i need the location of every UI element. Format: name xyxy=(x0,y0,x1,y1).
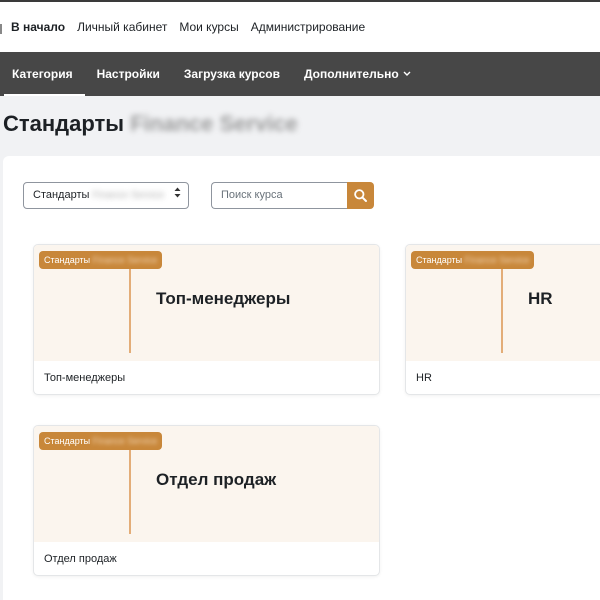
tab-more-label: Дополнительно xyxy=(303,67,399,81)
course-card[interactable]: Стандарты Finance Service HR HR xyxy=(405,244,600,395)
course-card[interactable]: Стандарты Finance Service Топ-менеджеры … xyxy=(33,244,380,395)
page-title: Стандарты Finance Service xyxy=(3,111,298,137)
category-select[interactable]: Стандарты Finance Service xyxy=(23,182,189,209)
tab-category[interactable]: Категория xyxy=(0,52,85,96)
course-image-title: Отдел продаж xyxy=(156,470,277,489)
nav-home-link[interactable]: В начало xyxy=(11,20,65,34)
course-card-decor-line xyxy=(501,267,503,353)
nav-my-courses-link[interactable]: Мои курсы xyxy=(179,20,238,34)
course-name-link[interactable]: Отдел продаж xyxy=(44,553,117,565)
course-name-link[interactable]: HR xyxy=(416,372,432,384)
tab-more[interactable]: Дополнительно xyxy=(292,52,423,96)
chevron-down-icon xyxy=(403,52,411,96)
page-title-text: Стандарты xyxy=(3,111,125,136)
course-category-badge: Стандарты Finance Service xyxy=(39,251,163,269)
top-navbar: В начало Личный кабинет Мои курсы Админи… xyxy=(0,0,600,52)
secondary-navbar: Категория Настройки Загрузка курсов Допо… xyxy=(0,52,600,96)
course-category-badge: Стандарты Finance Service xyxy=(39,432,163,450)
category-select-obscured: Finance Service xyxy=(92,190,165,201)
tab-course-upload[interactable]: Загрузка курсов xyxy=(172,52,292,96)
course-image-title: HR xyxy=(528,289,553,308)
sort-arrows-icon xyxy=(174,183,181,208)
course-card[interactable]: Стандарты Finance Service Отдел продаж О… xyxy=(33,425,380,576)
course-search-input[interactable]: Поиск курса xyxy=(211,182,347,209)
nav-dashboard-link[interactable]: Личный кабинет xyxy=(77,20,167,34)
course-name-link[interactable]: Топ-менеджеры xyxy=(44,372,125,384)
course-image-title: Топ-менеджеры xyxy=(156,289,291,308)
course-category-badge: Стандарты Finance Service xyxy=(411,251,535,269)
navbar-edge-mark xyxy=(0,24,2,34)
course-card-decor-line xyxy=(129,448,131,534)
nav-administration-link[interactable]: Администрирование xyxy=(251,20,365,34)
tab-settings[interactable]: Настройки xyxy=(85,52,172,96)
category-select-value: Стандарты xyxy=(33,189,90,201)
page-title-obscured: Finance Service xyxy=(130,111,298,136)
course-card-decor-line xyxy=(129,267,131,353)
search-icon xyxy=(347,189,374,213)
search-button[interactable] xyxy=(347,182,374,209)
